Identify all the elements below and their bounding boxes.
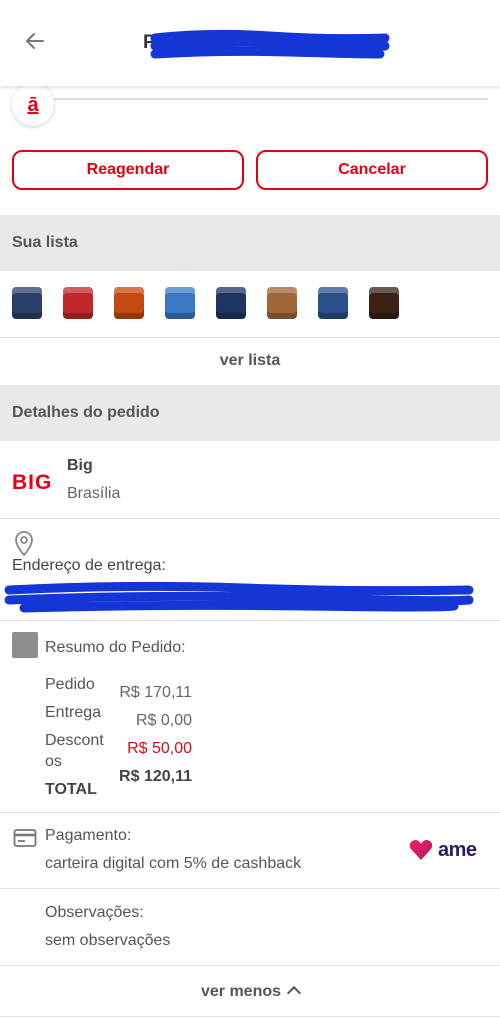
summary-title: Resumo do Pedido: <box>45 639 186 656</box>
payment-description: carteira digital com 5% de cashback <box>45 855 302 872</box>
divider <box>0 812 500 813</box>
list-section-header: Sua lista <box>0 215 500 271</box>
store-name: Big <box>67 457 93 474</box>
order-status-timeline: ā <box>0 84 500 126</box>
divider <box>0 620 500 621</box>
ame-brand-text: ame <box>438 838 477 861</box>
ame-heart-icon <box>409 840 433 860</box>
store-step-logo: ā <box>12 84 54 126</box>
big-store-logo: BIG <box>12 471 52 492</box>
divider <box>0 888 500 889</box>
product-8-thumbnail[interactable] <box>369 287 399 319</box>
payment-title: Pagamento: <box>45 827 132 844</box>
location-pin-icon <box>15 531 33 557</box>
see-less-label: ver menos <box>200 983 282 1000</box>
back-button[interactable] <box>20 26 50 56</box>
product-1-thumbnail[interactable] <box>12 287 42 319</box>
arrow-left-icon <box>26 33 44 49</box>
see-list-link[interactable]: ver lista <box>0 352 500 370</box>
product-7-thumbnail[interactable] <box>318 287 348 319</box>
observations-value: sem observações <box>45 932 171 949</box>
store-city: Brasília <box>67 485 121 502</box>
product-5-thumbnail[interactable] <box>216 287 246 319</box>
credit-card-icon <box>13 829 37 847</box>
svg-text:BIG: BIG <box>12 471 52 492</box>
ame-logo: ame <box>408 836 477 864</box>
summary-value-total: R$ 120,11 <box>119 768 192 785</box>
summary-value-discount: R$ 50,00 <box>127 740 192 757</box>
summary-value-order: R$ 170,11 <box>119 684 192 701</box>
details-section-header: Detalhes do pedido <box>0 385 500 441</box>
summary-label-discount: Descont os <box>45 732 104 770</box>
summary-label-order: Pedido <box>45 676 95 693</box>
app-header: Pe <box>0 0 500 86</box>
summary-label-total: TOTAL <box>45 781 97 798</box>
reschedule-button[interactable]: Reagendar <box>12 150 244 190</box>
summary-icon <box>12 632 38 658</box>
delivery-address-label: Endereço de entrega: <box>12 557 166 574</box>
chevron-up-icon <box>286 985 302 1001</box>
divider <box>0 518 500 519</box>
divider <box>0 1016 500 1017</box>
divider <box>0 337 500 338</box>
product-4-thumbnail[interactable] <box>165 287 195 319</box>
product-thumbnails[interactable] <box>12 283 500 329</box>
summary-value-delivery: R$ 0,00 <box>135 712 192 729</box>
see-less-link[interactable]: ver menos <box>0 983 500 1001</box>
divider <box>0 965 500 966</box>
product-2-thumbnail[interactable] <box>63 287 93 319</box>
redaction-scribble <box>150 29 390 59</box>
cancel-button[interactable]: Cancelar <box>256 150 488 190</box>
observations-title: Observações: <box>45 904 144 921</box>
timeline-line <box>54 98 488 100</box>
address-redaction-scribble <box>4 581 474 613</box>
summary-label-delivery: Entrega <box>45 704 102 721</box>
product-6-thumbnail[interactable] <box>267 287 297 319</box>
product-3-thumbnail[interactable] <box>114 287 144 319</box>
